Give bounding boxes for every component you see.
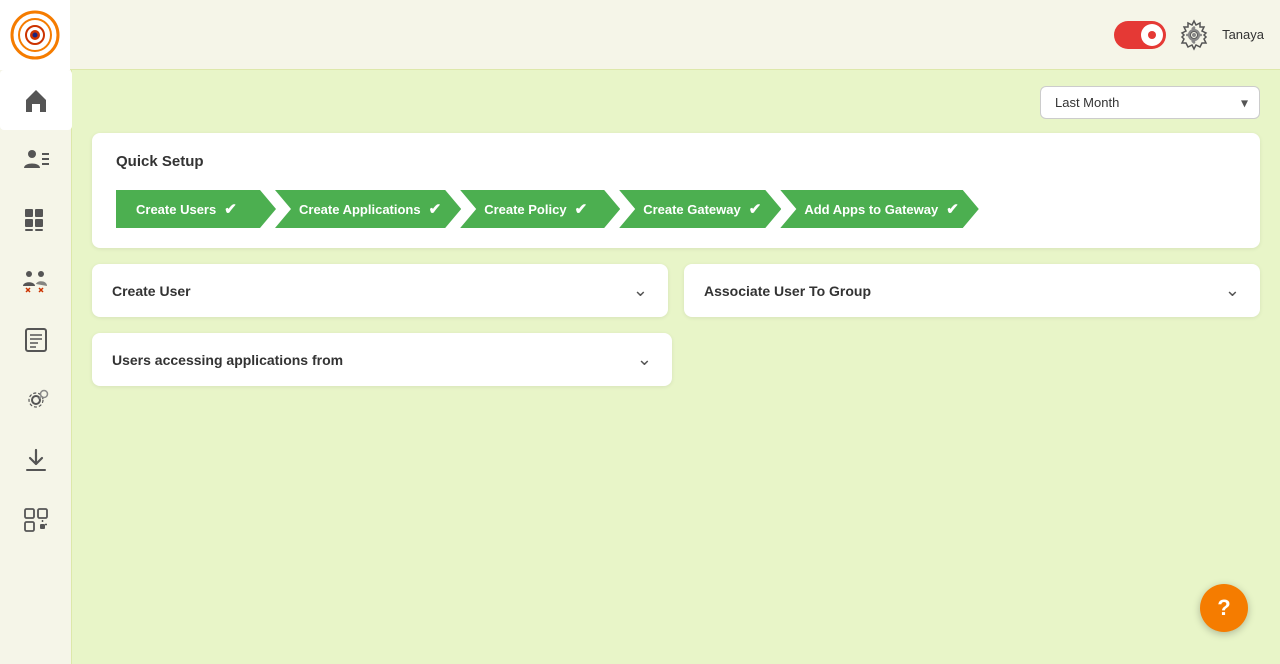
users-accessing-title: Users accessing applications from	[112, 352, 343, 368]
step-create-policy-label: Create Policy	[484, 202, 566, 217]
home-icon	[22, 86, 50, 114]
filter-select-wrap[interactable]: Last Month Last Week Last 3 Months Last …	[1040, 86, 1260, 119]
gear-icon	[1178, 19, 1210, 51]
associate-user-title: Associate User To Group	[704, 283, 871, 299]
sidebar-item-user-management[interactable]	[0, 250, 72, 310]
content-area: Last Month Last Week Last 3 Months Last …	[72, 70, 1280, 664]
sidebar-item-grid[interactable]	[0, 190, 72, 250]
associate-user-card: Associate User To Group ⌄	[684, 264, 1260, 317]
create-user-chevron: ⌄	[633, 280, 648, 301]
integrations-icon: +	[22, 506, 50, 534]
filter-select[interactable]: Last Month Last Week Last 3 Months Last …	[1040, 86, 1260, 119]
reports-icon	[22, 326, 50, 354]
step-create-applications-check: ✔	[429, 200, 442, 218]
sidebar-item-integrations[interactable]: +	[0, 490, 72, 550]
create-user-card: Create User ⌄	[92, 264, 668, 317]
step-create-applications-label: Create Applications	[299, 202, 421, 217]
svg-text:+: +	[40, 525, 44, 531]
sidebar-item-home[interactable]	[0, 70, 72, 130]
step-create-users-label: Create Users	[136, 202, 216, 217]
steps-row: Create Users ✔ Create Applications ✔ Cre…	[116, 190, 1236, 228]
sidebar: +	[0, 70, 72, 664]
create-user-title: Create User	[112, 283, 191, 299]
users-accessing-chevron: ⌄	[637, 349, 652, 370]
help-label: ?	[1217, 595, 1230, 621]
step-create-gateway[interactable]: Create Gateway ✔	[619, 190, 781, 228]
toggle-knob	[1141, 24, 1163, 46]
main-layout: + Last Month Last Week Last 3 Months Las…	[0, 70, 1280, 664]
users-accessing-card: Users accessing applications from ⌄	[92, 333, 672, 386]
top-bar: Tanaya	[0, 0, 1280, 70]
grid-icon	[22, 206, 50, 234]
sidebar-item-reports[interactable]	[0, 310, 72, 370]
step-create-gateway-label: Create Gateway	[643, 202, 741, 217]
top-bar-left	[0, 0, 70, 70]
user-management-icon	[22, 266, 50, 294]
create-user-header[interactable]: Create User ⌄	[92, 264, 668, 317]
users-list-icon	[22, 146, 50, 174]
lower-panels-row: Create User ⌄ Associate User To Group ⌄	[92, 264, 1260, 317]
settings-icon	[22, 386, 50, 414]
step-create-users[interactable]: Create Users ✔	[116, 190, 276, 228]
toggle-button[interactable]	[1114, 21, 1166, 49]
users-accessing-header[interactable]: Users accessing applications from ⌄	[92, 333, 672, 386]
associate-user-chevron: ⌄	[1225, 280, 1240, 301]
step-create-gateway-check: ✔	[749, 200, 762, 218]
logo	[0, 0, 70, 70]
step-add-apps-to-gateway[interactable]: Add Apps to Gateway ✔	[780, 190, 978, 228]
step-create-users-check: ✔	[224, 200, 237, 218]
top-bar-right: Tanaya	[1114, 19, 1264, 51]
sidebar-item-users-list[interactable]	[0, 130, 72, 190]
associate-user-header[interactable]: Associate User To Group ⌄	[684, 264, 1260, 317]
step-add-apps-check: ✔	[946, 200, 959, 218]
download-icon	[22, 446, 50, 474]
step-create-policy[interactable]: Create Policy ✔	[460, 190, 620, 228]
quick-setup-panel: Quick Setup Create Users ✔ Create Applic…	[92, 133, 1260, 248]
step-add-apps-label: Add Apps to Gateway	[804, 202, 938, 217]
filter-row: Last Month Last Week Last 3 Months Last …	[92, 86, 1260, 119]
sidebar-item-settings[interactable]	[0, 370, 72, 430]
settings-icon-wrap[interactable]	[1178, 19, 1210, 51]
logo-icon	[10, 10, 60, 60]
help-button[interactable]: ?	[1200, 584, 1248, 632]
sidebar-item-download[interactable]	[0, 430, 72, 490]
step-create-applications[interactable]: Create Applications ✔	[275, 190, 461, 228]
quick-setup-title: Quick Setup	[116, 153, 1236, 170]
user-name: Tanaya	[1222, 27, 1264, 42]
step-create-policy-check: ✔	[575, 200, 588, 218]
